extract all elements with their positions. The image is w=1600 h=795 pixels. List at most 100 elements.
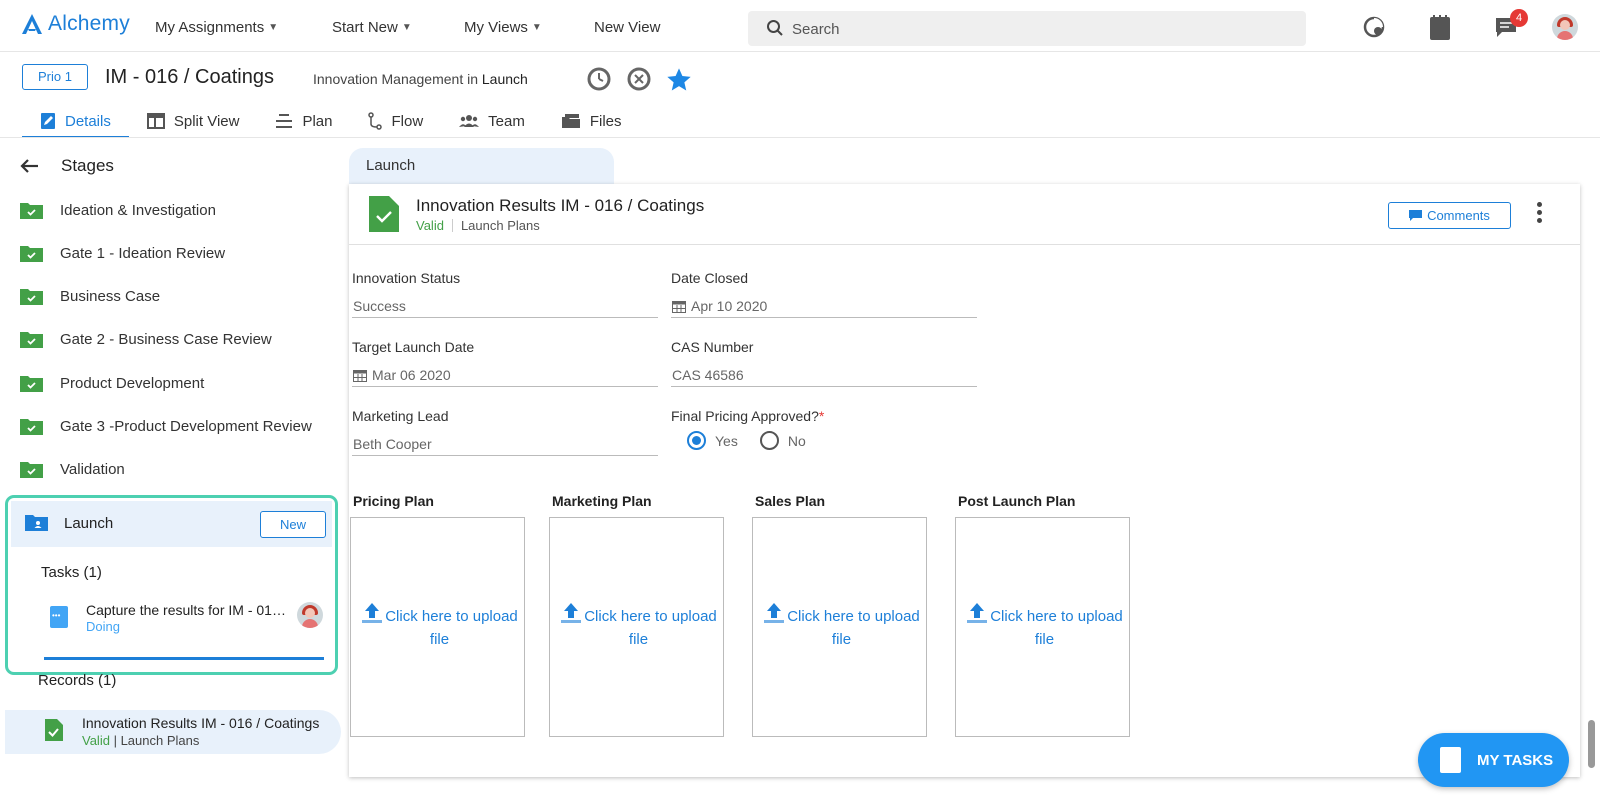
tab-label: Team [488,112,525,130]
field-label: Final Pricing Approved?* [671,408,977,424]
stages-header: Stages [20,156,114,176]
my-tasks-button[interactable]: MY TASKS [1418,733,1569,787]
plan-icon [275,113,293,129]
chevron-down-icon: ▼ [268,22,279,33]
comment-icon [1409,209,1423,221]
folder-check-icon [20,332,43,348]
stage-label: Gate 2 - Business Case Review [60,330,272,348]
plan-label: Pricing Plan [353,493,434,509]
page-subtitle: Innovation Management in Launch [313,71,528,87]
upload-dropzone[interactable]: Click here to upload file [350,517,525,737]
notebook-icon[interactable] [1429,15,1451,44]
field-value: Beth Cooper [352,433,658,456]
task-progress-line [44,657,324,660]
team-icon [459,114,480,128]
radio-unselected-icon [759,431,779,450]
folder-check-icon [20,419,43,435]
upload-link[interactable]: Click here to upload file [357,602,522,651]
stage-label: Gate 3 -Product Development Review [60,417,312,435]
top-navigation: Alchemy My Assignments ▼ Start New ▼ My Vi… [0,0,1600,52]
stage-label: Launch [64,515,114,532]
stages-sidebar: Stages Ideation & Investigation Gate 1 -… [0,138,345,795]
tab-details[interactable]: Details [22,106,129,138]
marketing-lead-value: Beth Cooper [353,436,432,452]
star-icon[interactable] [665,66,693,97]
user-avatar[interactable] [1552,14,1578,40]
field-value: CAS 46586 [671,364,977,387]
stage-item[interactable]: Business Case [20,283,160,309]
stage-label: Validation [60,460,125,478]
tab-plan[interactable]: Plan [257,106,350,136]
alchemy-logo-icon [22,14,42,34]
nav-new-view[interactable]: New View [594,19,660,36]
nav-my-views[interactable]: My Views ▼ [464,19,542,36]
date-closed-field[interactable]: Date Closed Apr 10 2020 [671,270,977,318]
radio-no[interactable]: No [759,431,806,450]
radio-label: Yes [715,432,738,449]
cas-number-field[interactable]: CAS Number CAS 46586 [671,339,977,387]
stage-item[interactable]: Gate 3 -Product Development Review [20,413,312,439]
target-launch-date-field[interactable]: Target Launch Date Mar 06 2020 [352,339,658,387]
tab-label: Plan [302,112,333,130]
stage-item[interactable]: Validation [20,456,125,482]
nav-start-new[interactable]: Start New ▼ [332,19,412,36]
required-asterisk: * [818,408,825,424]
stage-item[interactable]: Ideation & Investigation [20,197,216,223]
task-item[interactable]: Capture the results for IM - 016 / Coati… [44,602,324,642]
stage-tab[interactable]: Launch [349,148,614,184]
tasks-heading: Tasks (1) [41,564,102,581]
tab-split-view[interactable]: Split View [129,106,258,136]
record-item[interactable]: Innovation Results IM - 016 / Coatings V… [5,710,341,754]
record-card: Innovation Results IM - 016 / Coatings V… [349,184,1580,777]
innovation-status-field[interactable]: Innovation Status Success [352,270,658,318]
document-check-icon [45,719,63,741]
upload-text: Click here to upload file [990,608,1123,648]
upload-dropzone[interactable]: Click here to upload file [752,517,927,737]
field-label: Target Launch Date [352,339,475,355]
tab-bar: Details Split View Plan Flow Team Files [22,106,640,138]
brand-name: Alchemy [48,12,130,35]
target-launch-date-value: Mar 06 2020 [372,367,451,383]
tab-flow[interactable]: Flow [350,106,441,136]
stage-item[interactable]: Product Development [20,370,204,396]
radio-yes[interactable]: Yes [687,431,738,450]
scrollbar-thumb[interactable] [1588,720,1595,768]
upload-link[interactable]: Click here to upload file [962,602,1127,651]
upload-link[interactable]: Click here to upload file [759,602,924,651]
task-icon [50,606,68,628]
upload-dropzone[interactable]: Click here to upload file [955,517,1130,737]
upload-dropzone[interactable]: Click here to upload file [549,517,724,737]
tab-files[interactable]: Files [543,106,640,136]
radio-label: No [787,432,806,449]
history-icon[interactable] [1362,15,1386,42]
more-options-icon[interactable] [1537,202,1543,226]
stage-item[interactable]: Gate 1 - Ideation Review [20,240,225,266]
tab-label: Details [65,112,111,130]
nav-my-assignments[interactable]: My Assignments ▼ [155,19,278,36]
clipboard-icon [1440,747,1461,773]
tab-team[interactable]: Team [441,106,543,136]
clock-icon[interactable] [586,66,612,95]
field-value: Success [352,295,658,318]
stage-label: Gate 1 - Ideation Review [60,244,226,262]
marketing-plan-section: Marketing Plan Click here to upload file [549,493,724,737]
stage-item[interactable]: Gate 2 - Business Case Review [20,326,272,352]
upload-link[interactable]: Click here to upload file [556,602,721,651]
search-input[interactable]: Search [748,11,1306,46]
alchemy-logo[interactable]: Alchemy [20,12,130,36]
stage-label: Ideation & Investigation [60,201,216,219]
subtitle-stage: Launch [481,71,528,87]
new-button[interactable]: New [260,511,326,538]
priority-badge[interactable]: Prio 1 [22,64,88,90]
messages-icon[interactable]: 4 [1494,9,1528,42]
field-value: Apr 10 2020 [671,295,977,318]
marketing-lead-field[interactable]: Marketing Lead Beth Cooper [352,408,658,456]
comments-button[interactable]: Comments [1388,202,1511,229]
tab-label: Files [589,112,622,130]
stage-item-launch[interactable]: Launch New [11,501,332,547]
pricing-plan-section: Pricing Plan Click here to upload file [350,493,525,737]
back-arrow-icon[interactable] [20,158,39,174]
cancel-clock-icon[interactable] [626,66,652,95]
upload-icon [561,603,582,623]
field-value: Mar 06 2020 [352,364,658,387]
